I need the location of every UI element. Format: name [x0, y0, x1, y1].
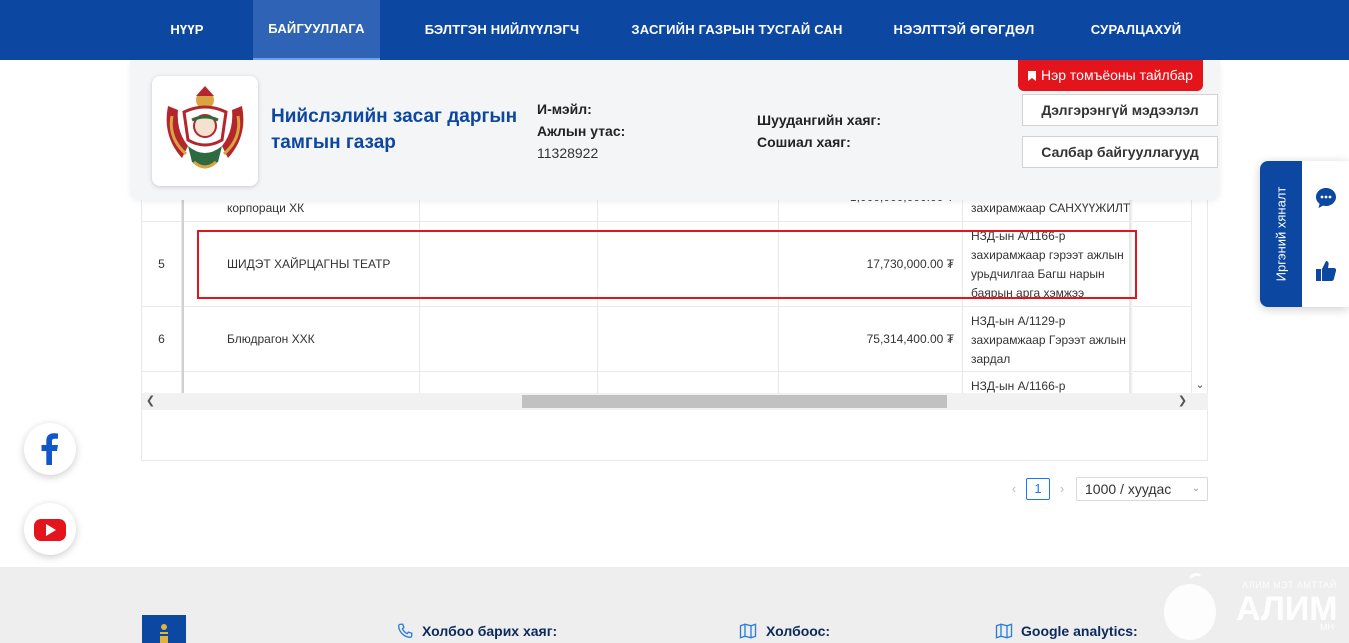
scrollbar-thumb[interactable]: [522, 395, 947, 408]
map-icon: [995, 623, 1013, 639]
row-col-3: [420, 372, 598, 393]
details-button[interactable]: Дэлгэрэнгүй мэдээлэл: [1022, 94, 1218, 126]
scroll-left-arrow-icon[interactable]: ❮: [142, 393, 159, 410]
watermark: АЛИМ МЭТ АМТТАЙ АЛИМ МН: [1160, 572, 1345, 642]
row-number: 6: [142, 307, 182, 371]
row-spacer: [182, 222, 219, 306]
pagination-prev-icon[interactable]: ‹: [1004, 478, 1024, 500]
chevron-down-icon: ⌄: [1191, 483, 1200, 494]
row-col-7: [1130, 222, 1192, 306]
table-body: 4 корпораци ХК 1,000,000,000.00 ₮ захира…: [142, 200, 1192, 393]
glossary-button[interactable]: Нэр томъёоны тайлбар: [1018, 60, 1203, 91]
table-row[interactable]: НЗД-ын А/1166-р: [142, 372, 1192, 393]
row-col-4: [598, 222, 779, 306]
horizontal-scrollbar[interactable]: ❮ ❯: [142, 393, 1208, 410]
map-icon: [739, 623, 757, 639]
row-spacer: [182, 307, 219, 371]
youtube-button[interactable]: [24, 503, 76, 555]
row-amount: 75,314,400.00 ₮: [779, 307, 963, 371]
row-col-3: [420, 200, 598, 221]
organization-logo: [152, 76, 258, 186]
row-name: ШИДЭТ ХАЙРЦАГНЫ ТЕАТР: [219, 222, 420, 306]
watermark-tagline: АЛИМ МЭТ АМТТАЙ: [1242, 580, 1337, 590]
table-row[interactable]: 6 Блюдрагон ХХК 75,314,400.00 ₮ НЗД-ын А…: [142, 307, 1192, 372]
nav-item-special-funds[interactable]: ЗАСГИЙН ГАЗРЫН ТУСГАЙ САН: [628, 0, 846, 60]
feedback-panel: Иргэний хяналт: [1260, 161, 1349, 307]
phone-icon: [398, 623, 413, 638]
row-col-3: [420, 222, 598, 306]
page-size-value: 1000 / хуудас: [1085, 481, 1172, 497]
scroll-down-arrow-icon[interactable]: ⌄: [1192, 378, 1208, 393]
pagination-next-icon[interactable]: ›: [1052, 478, 1072, 500]
row-amount: 17,730,000.00 ₮: [779, 222, 963, 306]
row-spacer: [182, 200, 219, 221]
row-number: 4: [142, 200, 182, 221]
table-row[interactable]: 5 ШИДЭТ ХАЙРЦАГНЫ ТЕАТР 17,730,000.00 ₮ …: [142, 222, 1192, 307]
row-col-7: [1130, 200, 1192, 221]
branches-button[interactable]: Салбар байгууллагууд: [1022, 136, 1218, 168]
nav-item-suppliers[interactable]: БЭЛТГЭН НИЙЛҮҮЛЭГЧ: [418, 0, 586, 60]
transactions-table: 4 корпораци ХК 1,000,000,000.00 ₮ захира…: [141, 200, 1208, 461]
row-name: [219, 372, 420, 393]
row-description: НЗД-ын А/1166-р захирамжаар гэрээт ажлын…: [963, 222, 1130, 306]
row-col-4: [598, 372, 779, 393]
nav-item-home[interactable]: НҮҮР: [152, 0, 222, 60]
coat-of-arms-icon: [166, 86, 244, 169]
fixed-column-divider: [182, 200, 184, 393]
row-number: [142, 372, 182, 393]
scroll-right-arrow-icon[interactable]: ❯: [1174, 393, 1191, 410]
row-col-7: [1130, 372, 1192, 393]
row-number: 5: [142, 222, 182, 306]
watermark-sub: МН: [1320, 622, 1334, 632]
pagination-page-1[interactable]: 1: [1026, 478, 1050, 500]
glossary-button-label: Нэр томъёоны тайлбар: [1041, 67, 1193, 83]
feedback-tab-label: Иргэний хяналт: [1273, 186, 1289, 282]
youtube-icon: [34, 519, 66, 541]
soyombo-icon: [160, 624, 168, 643]
nav-item-organizations[interactable]: БАЙГУУЛЛАГА: [253, 0, 380, 60]
row-amount: 1,000,000,000.00 ₮: [779, 200, 963, 221]
row-description: НЗД-ын А/1166-р: [963, 372, 1130, 393]
row-col-7: [1130, 307, 1192, 371]
phone-label: Ажлын утас:: [537, 123, 626, 139]
feedback-tab[interactable]: Иргэний хяналт: [1260, 161, 1302, 307]
flag-icon: [1028, 71, 1036, 81]
row-name: корпораци ХК: [219, 200, 420, 221]
footer: Холбоо барих хаяг: Холбоос: Google analy…: [0, 567, 1349, 643]
nav-item-learning[interactable]: СУРАЛЦАХУЙ: [1082, 0, 1190, 60]
row-col-4: [598, 200, 779, 221]
social-label: Сошиал хаяг:: [757, 134, 851, 150]
facebook-icon: [41, 433, 58, 465]
row-col-3: [420, 307, 598, 371]
footer-analytics-heading: Google analytics:: [1021, 623, 1138, 639]
top-navigation: НҮҮР БАЙГУУЛЛАГА БЭЛТГЭН НИЙЛҮҮЛЭГЧ ЗАСГ…: [0, 0, 1349, 60]
organization-header: Нийслэлийн засаг даргын тамгын газар И-м…: [130, 60, 1220, 200]
fixed-column-divider-right: [1130, 200, 1133, 393]
postal-address-label: Шуудангийн хаяг:: [757, 112, 882, 128]
footer-contact-heading: Холбоо барих хаяг:: [422, 623, 558, 639]
row-spacer: [182, 372, 219, 393]
email-label: И-мэйл:: [537, 101, 592, 117]
footer-logo: [142, 615, 186, 643]
row-col-4: [598, 307, 779, 371]
row-description: захирамжаар САНХҮҮЖИЛТ: [963, 200, 1130, 221]
chat-icon[interactable]: [1314, 186, 1338, 210]
row-description: НЗД-ын А/1129-р захирамжаар Гэрээт ажлын…: [963, 307, 1130, 371]
row-name: Блюдрагон ХХК: [219, 307, 420, 371]
organization-name: Нийслэлийн засаг даргын тамгын газар: [271, 106, 518, 153]
facebook-button[interactable]: [24, 423, 76, 475]
phone-value: 11328922: [537, 145, 599, 161]
row-amount: [779, 372, 963, 393]
page-size-select[interactable]: 1000 / хуудас ⌄: [1076, 477, 1208, 501]
thumbs-up-icon[interactable]: [1314, 259, 1338, 283]
table-row[interactable]: 4 корпораци ХК 1,000,000,000.00 ₮ захира…: [142, 200, 1192, 222]
nav-item-open-data[interactable]: НЭЭЛТТЭЙ ӨГӨГДӨЛ: [888, 0, 1040, 60]
footer-links-heading: Холбоос:: [766, 623, 831, 639]
